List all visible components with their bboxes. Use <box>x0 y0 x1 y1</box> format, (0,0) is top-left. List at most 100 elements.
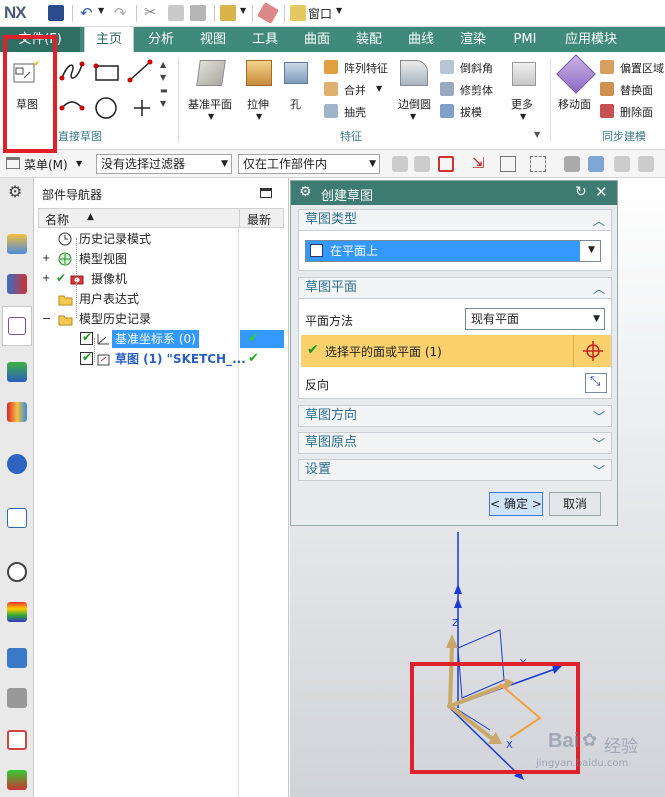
select-plane-button[interactable] <box>573 335 611 367</box>
view-icon[interactable] <box>564 156 580 172</box>
tab-pmi[interactable]: PMI <box>502 27 548 52</box>
checkbox[interactable]: ✔ <box>80 350 93 365</box>
window-dropdown-icon[interactable]: ▼ <box>336 6 342 15</box>
edge-blend-button[interactable]: 边倒圆 ▼ <box>396 58 434 124</box>
delete-face-button[interactable]: 删除面 <box>600 102 665 120</box>
system-scene-icon[interactable] <box>7 648 27 668</box>
hd3d-tools-icon[interactable] <box>7 402 27 422</box>
redo-icon[interactable]: ↷ <box>114 4 127 22</box>
reuse-library-icon[interactable] <box>7 362 27 382</box>
tab-tools[interactable]: 工具 <box>242 27 288 52</box>
tab-curve[interactable]: 曲线 <box>398 27 444 52</box>
section-settings[interactable]: 设置 ﹀ <box>298 459 612 481</box>
unite-button[interactable]: 合并 ▼ <box>324 80 394 98</box>
sketch-type-select[interactable]: 在平面上 ▼ <box>305 240 601 262</box>
collapse-icon[interactable]: − <box>42 312 51 325</box>
move-face-button[interactable]: 移动面 <box>556 54 596 124</box>
constraint-navigator-icon[interactable] <box>7 274 27 294</box>
menu-button[interactable]: 菜单(M) <box>24 156 68 173</box>
maximize-icon[interactable] <box>260 188 272 198</box>
tab-surface[interactable]: 曲面 <box>294 27 340 52</box>
selection-mode-icon[interactable] <box>500 156 516 172</box>
shading-icon[interactable] <box>588 156 604 172</box>
general-selection-icon[interactable] <box>438 156 454 172</box>
dropdown-icon[interactable]: ▼ <box>256 112 262 121</box>
selection-scope-select[interactable]: 仅在工作部件内 ▼ <box>238 154 380 174</box>
datum-plane-button[interactable]: 基准平面 ▼ <box>188 58 236 124</box>
roles-icon[interactable] <box>7 688 27 708</box>
assembly-navigator-icon[interactable] <box>7 234 27 254</box>
reverse-direction-button[interactable]: ⤡ <box>585 373 607 393</box>
reset-icon[interactable]: ↻ <box>575 184 587 200</box>
ok-button[interactable]: < 确定 > <box>489 492 543 516</box>
column-latest-header[interactable]: 最新 <box>247 211 271 228</box>
replace-face-button[interactable]: 替换面 <box>600 80 665 98</box>
cut-icon[interactable]: ✂ <box>144 3 157 21</box>
offset-region-button[interactable]: 偏置区域 <box>600 58 665 76</box>
tab-analysis[interactable]: 分析 <box>138 27 184 52</box>
tab-application[interactable]: 应用模块 <box>556 27 626 52</box>
undo-icon[interactable]: ↶ <box>80 4 93 22</box>
paste-icon[interactable] <box>190 5 206 21</box>
snap-icon[interactable] <box>638 156 654 172</box>
hole-button[interactable]: 孔 <box>282 58 312 111</box>
checkbox[interactable]: ✔ <box>80 330 93 345</box>
chamfer-button[interactable]: 倒斜角 <box>440 58 500 76</box>
selection-filter-select[interactable]: 没有选择过滤器 ▼ <box>96 154 232 174</box>
rectangle-select-icon[interactable] <box>530 156 546 172</box>
tab-render[interactable]: 渲染 <box>450 27 496 52</box>
menu-dropdown-icon[interactable]: ▼ <box>76 159 82 168</box>
group-dropdown-icon[interactable]: ▼ <box>534 130 540 139</box>
list-item[interactable]: − 模型历史记录 <box>38 310 284 330</box>
draft-button[interactable]: 拔模 <box>440 102 500 120</box>
expand-icon[interactable]: + <box>42 273 50 284</box>
gear-icon[interactable]: ⚙ <box>8 182 22 201</box>
tab-assembly[interactable]: 装配 <box>346 27 392 52</box>
repeat-dropdown-icon[interactable]: ▼ <box>240 6 246 15</box>
list-item[interactable]: + ✔ 摄像机 <box>38 270 284 290</box>
sort-ascending-icon[interactable]: ▲ <box>87 212 94 222</box>
list-item[interactable]: ✔ 草图 (1) "SKETCH_... ✔ <box>38 350 284 370</box>
plane-method-select[interactable]: 现有平面 ▼ <box>465 308 605 330</box>
tab-home[interactable]: 主页 <box>84 27 134 52</box>
undo-dropdown-icon[interactable]: ▼ <box>98 6 104 15</box>
section-sketch-plane[interactable]: 草图平面 ︿ <box>298 277 612 299</box>
cancel-button[interactable]: 取消 <box>549 492 601 516</box>
window-menu[interactable]: 窗口 <box>308 5 332 22</box>
select-plane-row[interactable]: ✔ 选择平的面或平面 (1) <box>301 335 611 367</box>
select-intent-icon[interactable]: ⇲ <box>472 154 485 172</box>
process-studio-icon[interactable] <box>7 730 27 750</box>
pattern-feature-button[interactable]: 阵列特征 <box>324 58 394 76</box>
repeat-command-icon[interactable] <box>220 5 236 21</box>
part-navigator-tab[interactable] <box>2 306 32 346</box>
web-browser-icon[interactable] <box>7 508 27 528</box>
snap-icon[interactable] <box>392 156 408 172</box>
snap-icon[interactable] <box>414 156 430 172</box>
section-sketch-type[interactable]: 草图类型 ︿ <box>298 209 612 231</box>
tab-view[interactable]: 视图 <box>190 27 236 52</box>
expand-icon[interactable]: + <box>42 253 50 264</box>
window-icon[interactable] <box>290 5 306 21</box>
dropdown-icon[interactable]: ▼ <box>376 84 382 93</box>
close-icon[interactable]: ✕ <box>595 183 608 201</box>
touch-mode-icon[interactable] <box>257 2 279 24</box>
gear-icon[interactable]: ⚙ <box>299 184 312 200</box>
trim-body-button[interactable]: 修剪体 <box>440 80 500 98</box>
dropdown-icon[interactable]: ▼ <box>208 112 214 121</box>
info-icon[interactable] <box>7 454 27 474</box>
list-item[interactable]: 历史记录模式 <box>38 230 284 250</box>
list-item[interactable]: 用户表达式 <box>38 290 284 310</box>
section-sketch-orientation[interactable]: 草图方向 ﹀ <box>298 405 612 427</box>
list-item[interactable]: + 模型视图 <box>38 250 284 270</box>
extrude-button[interactable]: 拉伸 ▼ <box>244 58 278 124</box>
section-sketch-origin[interactable]: 草图原点 ﹀ <box>298 432 612 454</box>
column-name-header[interactable]: 名称 <box>45 211 69 228</box>
palette-icon[interactable] <box>7 602 27 622</box>
list-item[interactable]: ✔ 基准坐标系 (0) ✔ <box>38 330 284 350</box>
sketch-gallery-scroll[interactable]: ▲ ▼ ▬ ▼ <box>160 58 168 110</box>
point-snap-icon[interactable] <box>614 156 630 172</box>
dropdown-icon[interactable]: ▼ <box>410 112 416 121</box>
shell-button[interactable]: 抽壳 <box>324 102 394 120</box>
save-icon[interactable] <box>48 5 64 21</box>
copy-icon[interactable] <box>168 5 184 21</box>
